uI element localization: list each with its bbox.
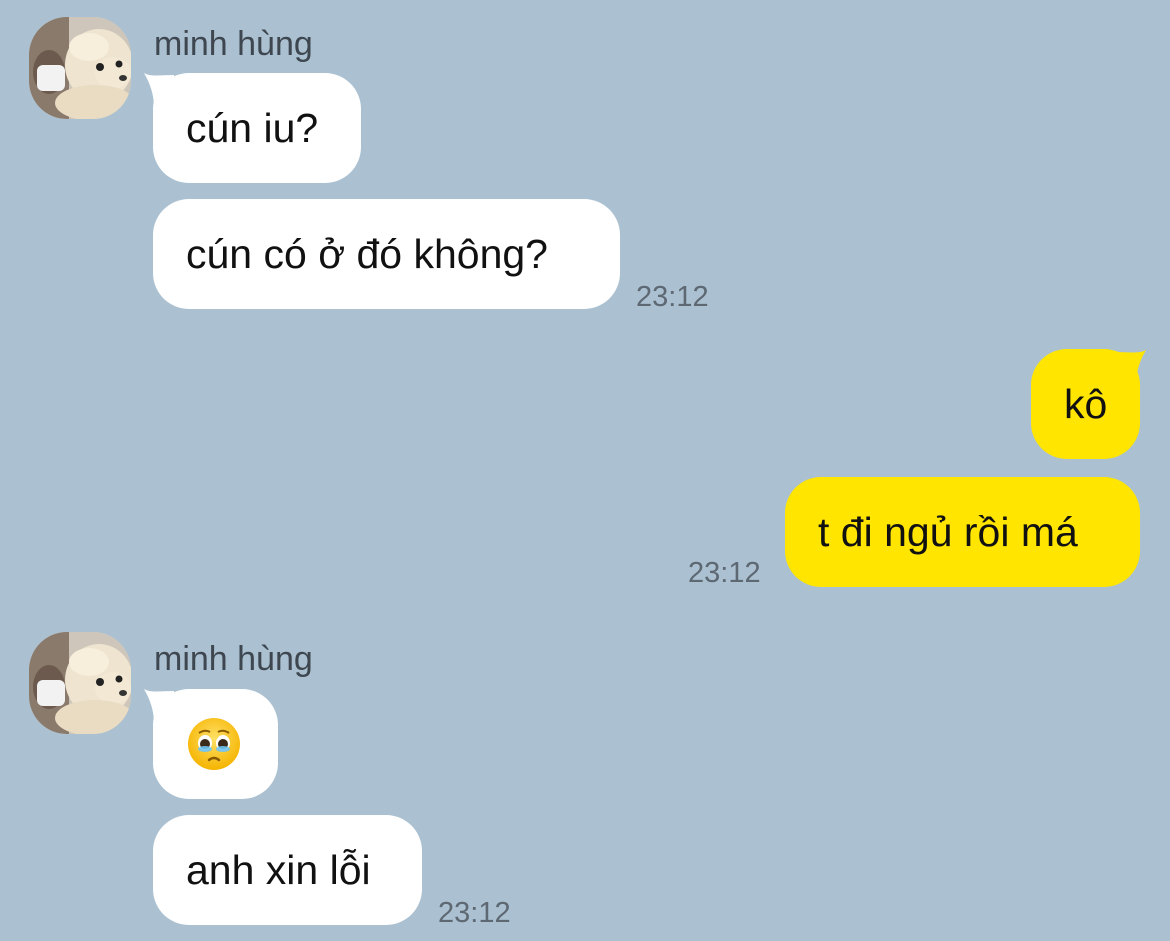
message-timestamp: 23:12 [438, 897, 511, 929]
message-bubble[interactable]: kô [1031, 349, 1140, 459]
sender-name: minh hùng [154, 640, 313, 678]
message-bubble[interactable]: cún có ở đó không? [153, 199, 620, 309]
message-bubble[interactable]: t đi ngủ rồi má [785, 477, 1140, 587]
sender-name: minh hùng [154, 25, 313, 63]
message-timestamp: 23:12 [688, 557, 761, 589]
sender-avatar[interactable] [29, 632, 131, 734]
message-timestamp: 23:12 [636, 281, 709, 313]
message-bubble[interactable]: anh xin lỗi [153, 815, 422, 925]
dog-avatar-icon [29, 17, 131, 119]
message-bubble[interactable] [153, 689, 278, 799]
message-bubble[interactable]: cún iu? [153, 73, 361, 183]
chat-thread: minh hùng cún iu? cún có ở đó không? 23:… [0, 0, 1170, 941]
dog-avatar-icon [29, 632, 131, 734]
face-holding-back-tears-icon [188, 718, 240, 771]
sender-avatar[interactable] [29, 17, 131, 119]
